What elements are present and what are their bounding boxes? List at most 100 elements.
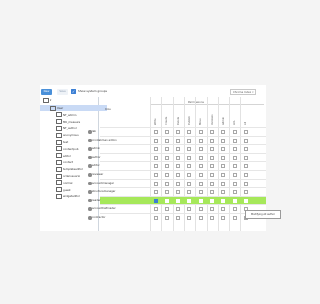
gear-icon[interactable] (88, 198, 92, 203)
permission-checkbox[interactable] (187, 130, 192, 134)
permission-checkbox[interactable] (187, 207, 192, 212)
permission-checkbox[interactable] (187, 181, 192, 186)
gear-icon[interactable] (88, 164, 92, 168)
permission-checkbox[interactable] (198, 164, 203, 169)
permission-checkbox[interactable] (210, 155, 214, 160)
permission-checkbox[interactable] (232, 181, 237, 186)
permission-checkbox[interactable] (198, 216, 203, 220)
show-system-groups-checkbox[interactable]: ✓ (71, 89, 76, 94)
permission-checkbox[interactable] (187, 147, 192, 152)
permission-checkbox[interactable] (164, 130, 169, 134)
permission-checkbox[interactable] (198, 147, 203, 152)
permission-checkbox[interactable] (153, 164, 158, 169)
permission-checkbox[interactable] (243, 173, 248, 177)
gear-icon[interactable] (88, 138, 92, 143)
permission-checkbox[interactable] (187, 164, 192, 169)
gear-icon[interactable] (88, 155, 92, 160)
tree-item[interactable]: contact (40, 159, 73, 165)
gear-icon[interactable] (88, 190, 92, 194)
permission-checkbox[interactable] (210, 138, 214, 143)
permission-checkbox[interactable] (198, 173, 203, 177)
permission-checkbox[interactable] (164, 190, 169, 195)
permission-checkbox[interactable] (198, 207, 203, 212)
permission-checkbox[interactable] (210, 181, 214, 186)
tree-item[interactable]: orderusuario (40, 173, 80, 179)
permission-checkbox[interactable] (153, 207, 158, 212)
permission-checkbox[interactable] (232, 216, 237, 220)
permission-checkbox[interactable] (232, 190, 237, 195)
tree-item[interactable]: anonymous (40, 132, 79, 138)
permission-checkbox[interactable] (198, 138, 203, 143)
permission-checkbox[interactable] (164, 181, 169, 186)
permission-checkbox[interactable] (221, 164, 226, 169)
permission-checkbox[interactable] (232, 130, 237, 134)
permission-checkbox[interactable] (221, 147, 226, 152)
permission-checkbox[interactable] (232, 138, 237, 143)
permission-checkbox[interactable] (210, 216, 214, 220)
gear-icon[interactable] (88, 207, 92, 211)
gear-icon[interactable] (88, 147, 92, 151)
permission-checkbox[interactable] (153, 198, 158, 203)
permission-checkbox[interactable] (210, 147, 214, 152)
permission-checkbox[interactable] (232, 207, 237, 212)
permission-checkbox[interactable] (221, 138, 226, 143)
tree-item[interactable]: MK_measure (40, 119, 80, 125)
table-row[interactable]: contractor (88, 213, 266, 222)
tree-item[interactable]: contentpub (40, 146, 78, 152)
tree-item[interactable]: guest (40, 187, 71, 193)
permission-checkbox[interactable] (164, 207, 169, 212)
permission-checkbox[interactable] (176, 181, 181, 186)
tree-root[interactable]: ▾ (43, 97, 51, 103)
permission-checkbox[interactable] (243, 181, 248, 186)
permission-checkbox[interactable] (187, 155, 192, 160)
permission-checkbox[interactable] (221, 190, 226, 195)
permission-checkbox[interactable] (221, 198, 226, 203)
permission-checkbox[interactable] (153, 216, 158, 220)
permission-checkbox[interactable] (198, 130, 203, 134)
permission-checkbox[interactable] (198, 155, 203, 160)
permission-checkbox[interactable] (176, 164, 181, 169)
gear-icon[interactable] (88, 173, 92, 177)
permission-checkbox[interactable] (164, 164, 169, 169)
permission-checkbox[interactable] (164, 138, 169, 143)
permission-checkbox[interactable] (176, 138, 181, 143)
tree-item[interactable]: NT_admin (40, 112, 76, 118)
permission-checkbox[interactable] (221, 155, 226, 160)
tree-item[interactable]: User (40, 105, 107, 111)
permission-checkbox[interactable] (164, 198, 169, 203)
permission-checkbox[interactable] (164, 216, 169, 220)
permission-checkbox[interactable] (164, 173, 169, 177)
permission-checkbox[interactable] (187, 190, 192, 195)
permission-checkbox[interactable] (210, 207, 214, 212)
permission-checkbox[interactable] (243, 198, 248, 203)
permission-checkbox[interactable] (210, 190, 214, 195)
permission-checkbox[interactable] (243, 138, 248, 143)
permission-checkbox[interactable] (221, 181, 226, 186)
permission-checkbox[interactable] (176, 155, 181, 160)
permission-checkbox[interactable] (164, 155, 169, 160)
permission-checkbox[interactable] (221, 207, 226, 212)
permission-checkbox[interactable] (243, 164, 248, 169)
permission-checkbox[interactable] (153, 181, 158, 186)
permission-checkbox[interactable] (198, 198, 203, 203)
permission-checkbox[interactable] (176, 173, 181, 177)
permission-checkbox[interactable] (153, 147, 158, 152)
view-dropdown[interactable]: Chrome Index ▾ (230, 89, 256, 95)
gear-icon[interactable] (88, 181, 92, 186)
permission-checkbox[interactable] (176, 130, 181, 134)
tree-item[interactable]: widgeteditor (40, 193, 80, 199)
permission-checkbox[interactable] (232, 164, 237, 169)
tree-item[interactable]: NT_author (40, 125, 77, 131)
permission-checkbox[interactable] (232, 155, 237, 160)
tree-item[interactable]: normal (40, 180, 72, 186)
gear-icon[interactable] (88, 216, 92, 220)
gear-icon[interactable] (88, 130, 92, 134)
tree-item[interactable]: test (40, 139, 68, 145)
permission-checkbox[interactable] (176, 207, 181, 212)
tree-item[interactable]: templateeditor (40, 166, 83, 172)
permission-checkbox[interactable] (232, 198, 237, 203)
permission-checkbox[interactable] (210, 164, 214, 169)
new-button[interactable]: New (41, 89, 52, 95)
permission-checkbox[interactable] (176, 190, 181, 195)
permission-checkbox[interactable] (153, 190, 158, 195)
